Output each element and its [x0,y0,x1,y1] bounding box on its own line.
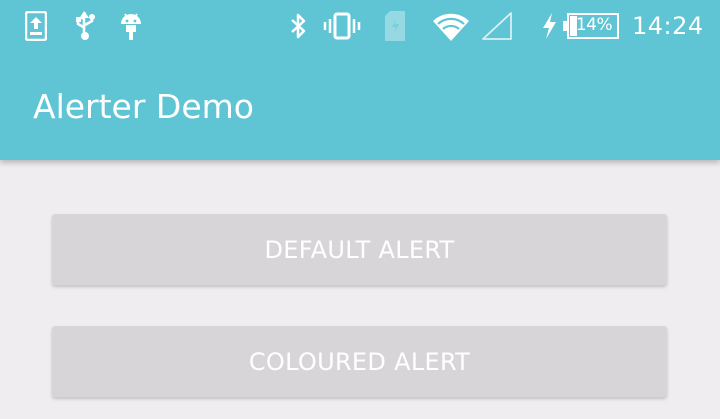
battery-icon: 14% [562,9,620,43]
upload-icon [22,9,50,43]
default-alert-button[interactable]: DEFAULT ALERT [52,214,667,285]
page-title: Alerter Demo [33,87,254,126]
coloured-alert-button[interactable]: COLOURED ALERT [52,326,667,397]
usb-icon [72,9,98,43]
status-bar-clock: 14:24 [632,12,704,40]
wifi-icon [430,9,472,43]
sim-card-icon [381,9,409,43]
app-bar: 14% 14:24 Alerter Demo [0,0,720,160]
vibrate-icon [322,9,362,43]
status-bar: 14% 14:24 [0,0,720,52]
app-screen: 14% 14:24 Alerter Demo DEFAULT ALERT COL… [0,0,720,419]
cell-signal-icon [480,9,514,43]
charging-bolt-icon [538,9,560,43]
bluetooth-icon [287,9,309,43]
android-icon [117,9,145,43]
battery-percent-label: 14% [575,15,613,35]
